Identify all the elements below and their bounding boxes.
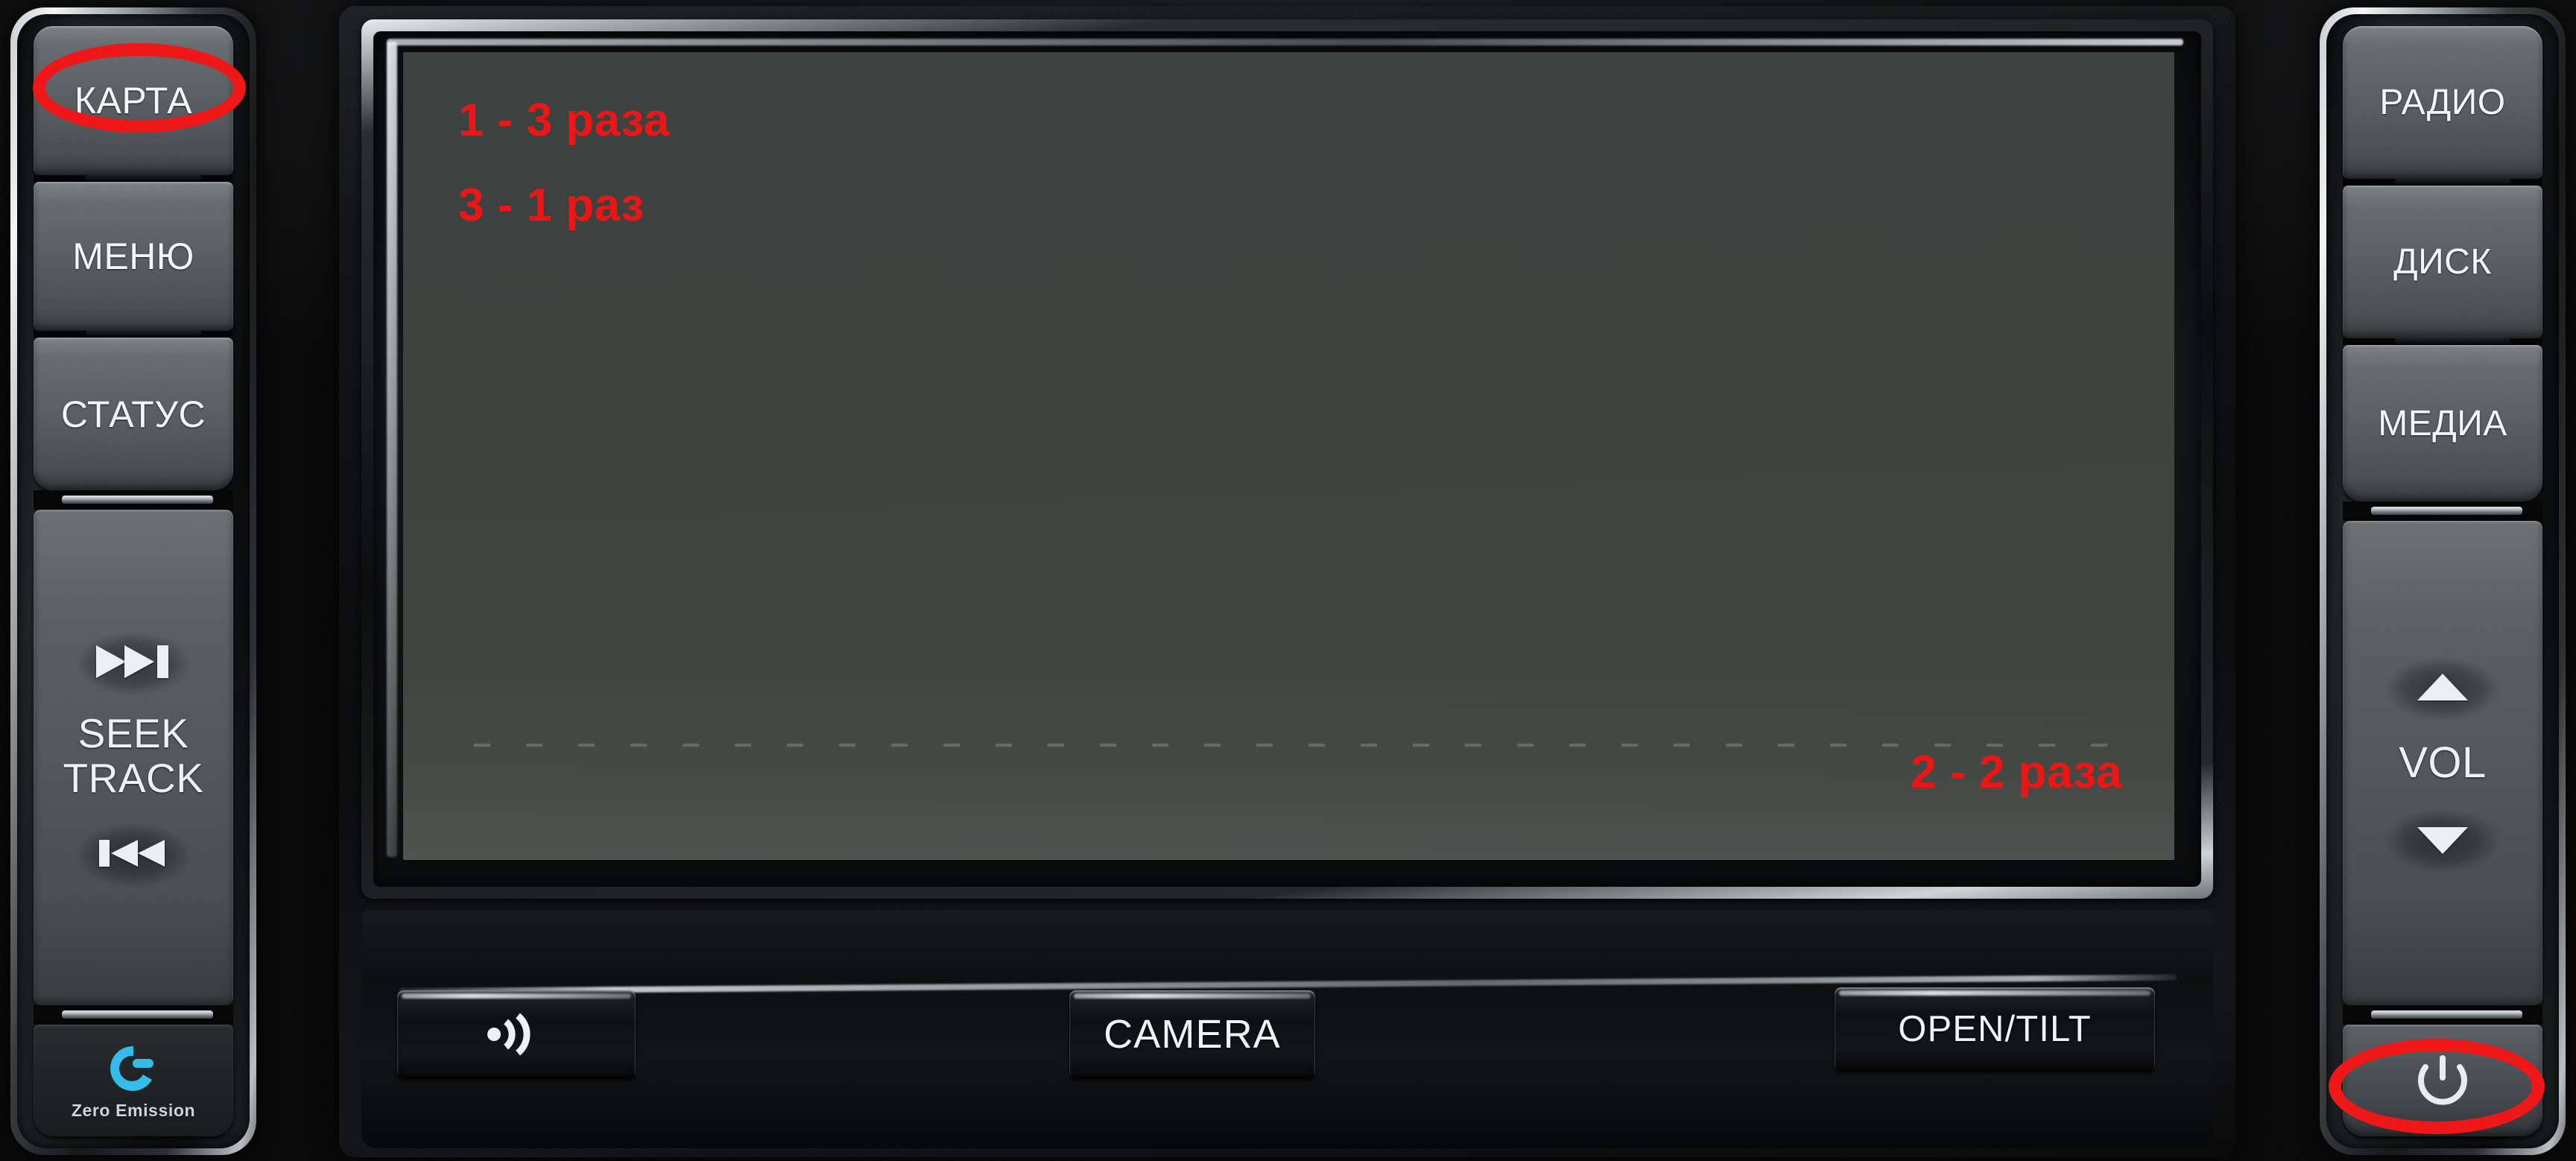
seek-track-label-line2: TRACK — [63, 754, 204, 801]
triangle-up-icon — [2417, 673, 2468, 700]
left-key-stack: КАРТА МЕНЮ СТАТУС SEEK TRACK Zero Emissi… — [34, 26, 233, 1136]
button-radio-label: РАДИО — [2379, 83, 2506, 122]
head-unit-body: 1 - 3 раза 3 - 1 раз 2 - 2 раза CAMERA O… — [339, 6, 2235, 1157]
key-separator — [2343, 338, 2542, 345]
key-separator — [34, 175, 233, 182]
screen-bezel: 1 - 3 раза 3 - 1 раз 2 - 2 раза — [361, 19, 2213, 899]
key-separator — [2343, 179, 2542, 186]
button-open-tilt[interactable]: OPEN/TILT — [1835, 987, 2155, 1071]
button-voice-command[interactable] — [397, 990, 636, 1078]
button-media-label: МЕДИА — [2378, 403, 2507, 443]
volume-label: VOL — [2399, 738, 2487, 787]
button-disk[interactable]: ДИСК — [2343, 186, 2542, 338]
annotation-note-2: 3 - 1 раз — [458, 180, 645, 231]
button-menyu-label: МЕНЮ — [72, 235, 194, 277]
right-panel-inner: РАДИО ДИСК МЕДИА VOL — [2326, 14, 2559, 1148]
button-open-tilt-label: OPEN/TILT — [1898, 1009, 2092, 1049]
key-group-separator — [34, 1005, 233, 1025]
button-power[interactable] — [2343, 1025, 2542, 1136]
zero-emission-badge: Zero Emission — [34, 1025, 233, 1136]
key-group-separator — [2343, 502, 2542, 521]
screen-inset: 1 - 3 раза 3 - 1 раз 2 - 2 раза — [373, 31, 2201, 887]
zero-emission-e-icon — [110, 1045, 154, 1091]
volume-down-button[interactable] — [2364, 791, 2521, 888]
button-radio[interactable]: РАДИО — [2343, 26, 2542, 179]
right-control-panel: РАДИО ДИСК МЕДИА VOL — [2320, 7, 2566, 1155]
left-control-panel: КАРТА МЕНЮ СТАТУС SEEK TRACK Zero Emissi… — [10, 7, 256, 1155]
right-key-stack: РАДИО ДИСК МЕДИА VOL — [2343, 26, 2542, 1136]
button-status-label: СТАТУС — [60, 393, 206, 435]
button-disk-label: ДИСК — [2393, 242, 2492, 282]
annotation-note-3: 2 - 2 раза — [1911, 747, 2122, 798]
seek-track-rocker[interactable]: SEEK TRACK — [34, 510, 233, 1005]
key-group-separator — [2343, 1005, 2542, 1025]
seek-backward-button[interactable] — [55, 804, 212, 902]
button-karta-label: КАРТА — [74, 80, 193, 121]
key-group-separator — [34, 490, 233, 510]
power-icon — [2418, 1055, 2467, 1105]
voice-command-icon — [487, 1013, 531, 1056]
button-media[interactable]: МЕДИА — [2343, 345, 2542, 502]
seek-track-label: SEEK TRACK — [63, 710, 204, 801]
button-status[interactable]: СТАТУС — [34, 338, 233, 490]
bottom-button-strip: CAMERA OPEN/TILT — [361, 910, 2213, 1148]
triangle-down-icon — [2417, 827, 2468, 855]
skip-forward-icon — [96, 645, 168, 679]
skip-backward-icon — [99, 839, 165, 867]
key-separator — [34, 331, 233, 338]
display-screen[interactable]: 1 - 3 раза 3 - 1 раз 2 - 2 раза — [403, 52, 2174, 860]
volume-up-button[interactable] — [2364, 638, 2521, 735]
button-karta[interactable]: КАРТА — [34, 26, 233, 175]
seek-forward-button[interactable] — [55, 613, 212, 711]
button-camera[interactable]: CAMERA — [1069, 990, 1315, 1078]
button-camera-label: CAMERA — [1104, 1012, 1281, 1057]
screen-glare — [403, 650, 2174, 860]
volume-rocker[interactable]: VOL — [2343, 521, 2542, 1005]
button-menyu[interactable]: МЕНЮ — [34, 182, 233, 331]
zero-emission-label: Zero Emission — [71, 1100, 196, 1120]
annotation-note-1: 1 - 3 раза — [458, 95, 670, 146]
left-panel-inner: КАРТА МЕНЮ СТАТУС SEEK TRACK Zero Emissi… — [17, 14, 250, 1148]
seek-track-label-line1: SEEK — [77, 710, 189, 757]
